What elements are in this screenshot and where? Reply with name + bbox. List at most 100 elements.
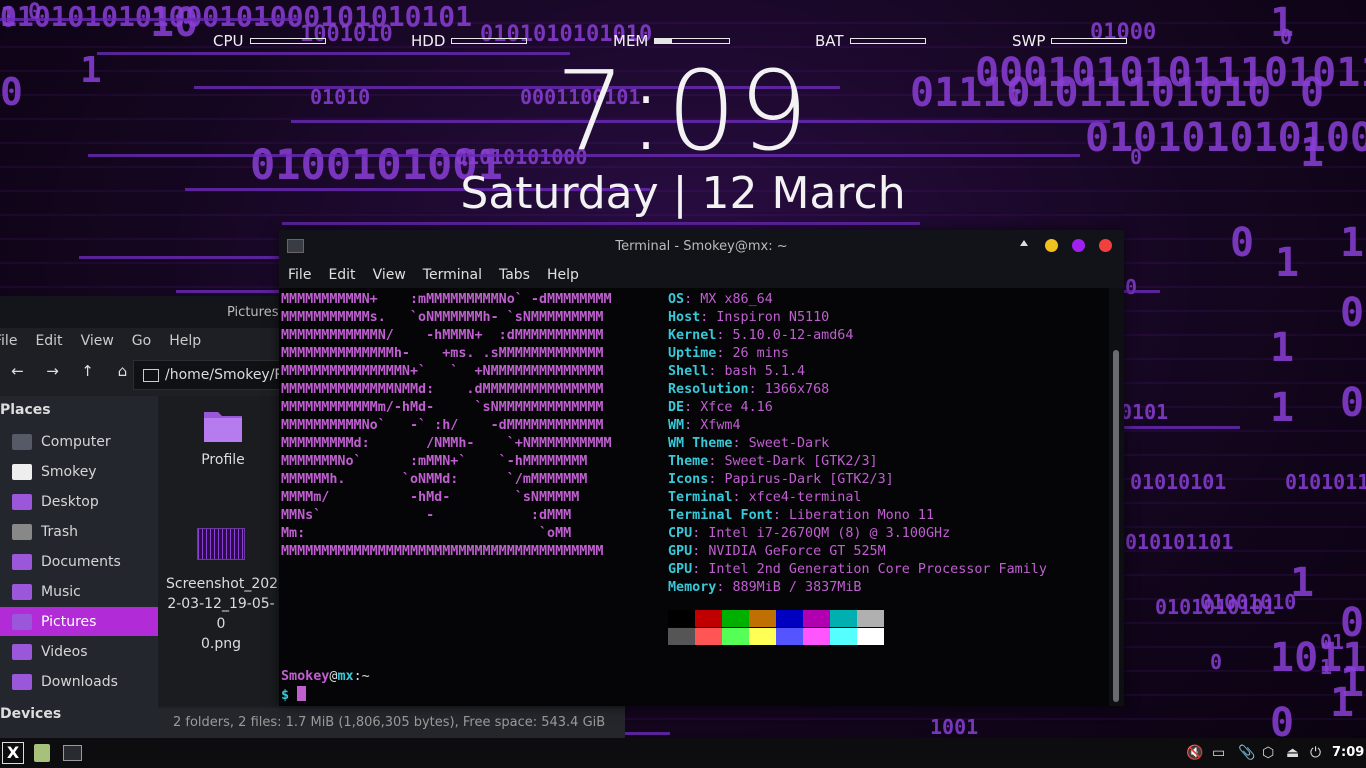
close-button[interactable] <box>1099 239 1112 252</box>
info-separator: : <box>692 544 709 559</box>
wallpaper-digits: 1 <box>1320 655 1333 679</box>
info-value: 1366x768 <box>764 382 830 397</box>
sidebar-item-trash[interactable]: Trash <box>0 517 158 546</box>
sidebar-item-desktop[interactable]: Desktop <box>0 487 158 516</box>
wallpaper-digits: 1 <box>1270 0 1295 46</box>
sidebar-item-label: Documents <box>41 553 121 570</box>
logo-line: MMNs` - :dMMM <box>281 508 572 523</box>
volume-muted-icon[interactable]: 🔇 <box>1186 745 1203 761</box>
sidebar-item-smokey[interactable]: Smokey <box>0 457 158 486</box>
info-separator: : <box>716 328 733 343</box>
wallpaper-digits: 0 <box>1210 650 1223 674</box>
terminal-titlebar[interactable]: Terminal - Smokey@mx: ~ <box>279 230 1124 262</box>
color-swatch <box>803 610 830 627</box>
menu-view[interactable]: View <box>81 333 114 349</box>
menu-go[interactable]: Go <box>132 333 151 349</box>
info-separator: : <box>692 526 709 541</box>
minimize-button[interactable] <box>1045 239 1058 252</box>
info-separator: : <box>684 292 701 307</box>
color-swatch <box>749 610 776 627</box>
color-swatch <box>668 628 695 645</box>
info-row: CPU: Intel i7-2670QM (8) @ 3.100GHz <box>668 525 1047 543</box>
terminal-menu-terminal[interactable]: Terminal <box>423 267 482 283</box>
color-swatch <box>776 610 803 627</box>
terminal-menu-view[interactable]: View <box>373 267 406 283</box>
terminal-output[interactable]: MMMMMMMMMMN+ :mMMMMMMMMMNo` -dMMMMMMMM MM… <box>279 288 1109 706</box>
location-bar[interactable]: /home/Smokey/Pi <box>133 360 295 390</box>
sidebar-item-downloads[interactable]: Downloads <box>0 667 158 696</box>
pictures-icon <box>143 368 159 382</box>
info-row: Uptime: 26 mins <box>668 345 1047 363</box>
terminal-menu-edit[interactable]: Edit <box>328 267 355 283</box>
neofetch-info: OS: MX x86_64 Host: Inspiron N5110 Kernel:… <box>668 291 1047 597</box>
file-item-screenshot[interactable]: Screenshot_202 2-03-12_19-05-0 0.png <box>166 528 278 654</box>
wallpaper-digits: 0 <box>1340 380 1365 426</box>
maximize-button[interactable] <box>1072 239 1085 252</box>
info-row: GPU: NVIDIA GeForce GT 525M <box>668 543 1047 561</box>
wallpaper-digits: 1 <box>1275 240 1300 286</box>
scrollbar-thumb[interactable] <box>1113 350 1119 702</box>
sidebar-item-label: Desktop <box>41 493 99 510</box>
wallpaper-digits: 1001 <box>930 715 979 739</box>
wallpaper-digits: 01111100 <box>1340 290 1366 336</box>
menu-file[interactable]: File <box>0 333 17 349</box>
eject-icon[interactable]: ⏏ <box>1286 745 1299 761</box>
menu-edit[interactable]: Edit <box>35 333 62 349</box>
color-swatch <box>857 628 884 645</box>
logo-line: MMMMMMMMMMMMMMh- +ms. .sMMMMMMMMMMMMM <box>281 346 604 361</box>
power-icon[interactable]: ⏻ <box>1310 745 1321 761</box>
info-row: Kernel: 5.10.0-12-amd64 <box>668 327 1047 345</box>
clipboard-icon[interactable]: ▭ <box>1212 745 1225 761</box>
info-value: Xfwm4 <box>700 418 741 433</box>
panel-clock[interactable]: 7:09 <box>1332 745 1364 760</box>
sidebar-item-videos[interactable]: Videos <box>0 637 158 666</box>
terminal-menu-help[interactable]: Help <box>547 267 579 283</box>
app-menu-icon[interactable]: X <box>2 742 24 764</box>
info-key: WM Theme <box>668 436 733 451</box>
meter-bat: BAT <box>815 32 926 50</box>
sidebar-item-pictures[interactable]: Pictures <box>0 607 158 636</box>
info-key: GPU <box>668 562 693 577</box>
file-item-profile[interactable]: Profile <box>180 406 266 468</box>
file-manager-launcher-icon[interactable] <box>34 744 50 762</box>
sidebar-item-label: Smokey <box>41 463 97 480</box>
terminal-menubar: File Edit View Terminal Tabs Help <box>279 262 1124 288</box>
prompt-line: $ <box>281 686 307 705</box>
info-separator: : <box>700 310 717 325</box>
conky-date: Saturday | 12 March <box>460 168 906 219</box>
terminal-menu-tabs[interactable]: Tabs <box>499 267 530 283</box>
attachment-icon[interactable]: 📎 <box>1238 745 1255 761</box>
info-row: Resolution: 1366x768 <box>668 381 1047 399</box>
wallpaper-digits: 01010101 <box>1130 470 1227 494</box>
info-separator: : <box>692 562 709 577</box>
info-key: Host <box>668 310 701 325</box>
terminal-scrollbar[interactable] <box>1109 288 1124 706</box>
sidebar-item-computer[interactable]: Computer <box>0 427 158 456</box>
info-row: WM: Xfwm4 <box>668 417 1047 435</box>
shade-button[interactable] <box>1020 240 1028 246</box>
info-key: Resolution <box>668 382 749 397</box>
forward-button[interactable]: → <box>35 362 70 380</box>
info-key: Kernel <box>668 328 717 343</box>
sidebar-item-label: Music <box>41 583 81 600</box>
info-key: Memory <box>668 580 717 595</box>
sidebar-item-label: Downloads <box>41 673 118 690</box>
sidebar-item-documents[interactable]: Documents <box>0 547 158 576</box>
info-separator: : <box>716 580 733 595</box>
back-button[interactable]: ← <box>0 362 35 380</box>
terminal-menu-file[interactable]: File <box>288 267 311 283</box>
sidebar-item-music[interactable]: Music <box>0 577 158 606</box>
info-separator: : <box>732 490 749 505</box>
logo-line: MMMMMMMMMMMMMMNMMd: .dMMMMMMMMMMMMMMM <box>281 382 604 397</box>
menu-help[interactable]: Help <box>169 333 201 349</box>
file-name: Profile <box>201 452 245 468</box>
package-updates-icon[interactable]: ⬡ <box>1262 745 1274 761</box>
info-key: Terminal Font <box>668 508 773 523</box>
terminal-launcher-icon[interactable] <box>63 745 82 761</box>
sidebar: Places Computer Smokey Desktop Trash Documen… <box>0 396 158 738</box>
info-key: DE <box>668 400 685 415</box>
status-bar: 2 folders, 2 files: 1.7 MiB (1,806,305 b… <box>158 708 625 738</box>
info-separator: : <box>772 508 789 523</box>
info-value: Sweet-Dark [GTK2/3] <box>724 454 878 469</box>
up-button[interactable]: ↑ <box>70 362 105 380</box>
